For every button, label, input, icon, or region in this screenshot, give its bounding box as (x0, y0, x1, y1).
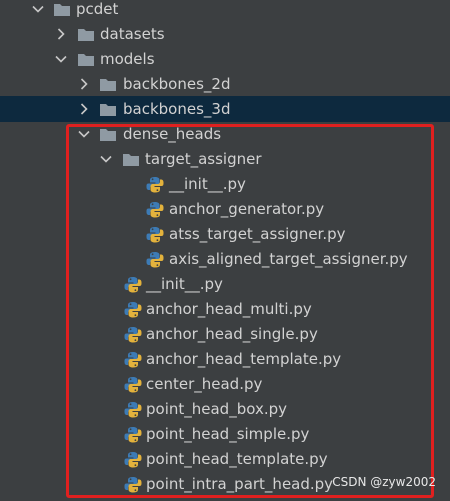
tree-item-label: target_assigner (145, 150, 262, 168)
tree-item-label: datasets (100, 25, 165, 43)
tree-item-label: point_intra_part_head.py (146, 475, 334, 493)
folder-icon (77, 26, 95, 42)
tree-item-label: point_head_simple.py (146, 425, 310, 443)
tree-item-pcdet[interactable]: pcdet (0, 0, 450, 22)
tree-item-file[interactable]: atss_target_assigner.py (0, 222, 450, 247)
chevron-down-icon[interactable] (77, 127, 91, 141)
watermark: CSDN @zyw2002 (332, 475, 436, 489)
python-file-icon (124, 401, 142, 417)
chevron-right-icon[interactable] (77, 102, 91, 116)
python-file-icon (124, 276, 142, 292)
tree-item-file[interactable]: anchor_generator.py (0, 197, 450, 222)
tree-item-label: anchor_generator.py (169, 200, 325, 218)
folder-icon (53, 1, 71, 17)
folder-icon (99, 76, 117, 92)
chevron-down-icon[interactable] (99, 152, 113, 166)
tree-item-backbones-3d[interactable]: backbones_3d (0, 96, 450, 122)
chevron-right-icon[interactable] (54, 27, 68, 41)
tree-item-label: anchor_head_template.py (146, 350, 342, 368)
python-file-icon (124, 351, 142, 367)
tree-item-datasets[interactable]: datasets (0, 22, 450, 47)
tree-item-label: pcdet (76, 0, 119, 18)
tree-item-models[interactable]: models (0, 47, 450, 72)
tree-item-label: models (100, 50, 155, 68)
tree-item-file[interactable]: center_head.py (0, 372, 450, 397)
project-tree: pcdet datasets models backbones_2d backb… (0, 0, 450, 501)
tree-item-file[interactable]: anchor_head_single.py (0, 322, 450, 347)
tree-item-file[interactable]: __init__.py (0, 172, 450, 197)
tree-item-file[interactable]: point_head_box.py (0, 397, 450, 422)
tree-item-label: atss_target_assigner.py (169, 225, 346, 243)
python-file-icon (124, 451, 142, 467)
folder-icon (77, 51, 95, 67)
tree-item-label: axis_aligned_target_assigner.py (169, 250, 408, 268)
tree-item-file[interactable]: point_head_simple.py (0, 422, 450, 447)
python-file-icon (124, 426, 142, 442)
tree-item-label: backbones_2d (123, 75, 231, 93)
tree-item-label: point_head_box.py (146, 400, 287, 418)
python-file-icon (146, 176, 164, 192)
chevron-down-icon[interactable] (31, 2, 45, 16)
python-file-icon (124, 476, 142, 492)
python-file-icon (124, 376, 142, 392)
chevron-down-icon[interactable] (54, 52, 68, 66)
python-file-icon (124, 326, 142, 342)
folder-icon (99, 126, 117, 142)
tree-item-label: anchor_head_single.py (146, 325, 318, 343)
python-file-icon (146, 201, 164, 217)
tree-item-file[interactable]: anchor_head_template.py (0, 347, 450, 372)
tree-item-file[interactable]: anchor_head_multi.py (0, 297, 450, 322)
folder-icon (122, 151, 140, 167)
python-file-icon (146, 251, 164, 267)
tree-item-label: backbones_3d (123, 100, 231, 118)
tree-item-file[interactable]: point_head_template.py (0, 447, 450, 472)
chevron-right-icon[interactable] (77, 77, 91, 91)
tree-item-backbones-2d[interactable]: backbones_2d (0, 72, 450, 97)
python-file-icon (146, 226, 164, 242)
folder-icon (99, 101, 117, 117)
tree-item-target-assigner[interactable]: target_assigner (0, 147, 450, 172)
tree-item-file[interactable]: __init__.py (0, 272, 450, 297)
tree-item-label: point_head_template.py (146, 450, 328, 468)
tree-item-file[interactable]: axis_aligned_target_assigner.py (0, 247, 450, 272)
tree-item-label: anchor_head_multi.py (146, 300, 312, 318)
tree-item-label: center_head.py (146, 375, 263, 393)
python-file-icon (124, 301, 142, 317)
tree-item-label: __init__.py (146, 275, 223, 293)
tree-item-dense-heads[interactable]: dense_heads (0, 122, 450, 147)
tree-item-label: __init__.py (169, 175, 246, 193)
tree-item-label: dense_heads (123, 125, 222, 143)
